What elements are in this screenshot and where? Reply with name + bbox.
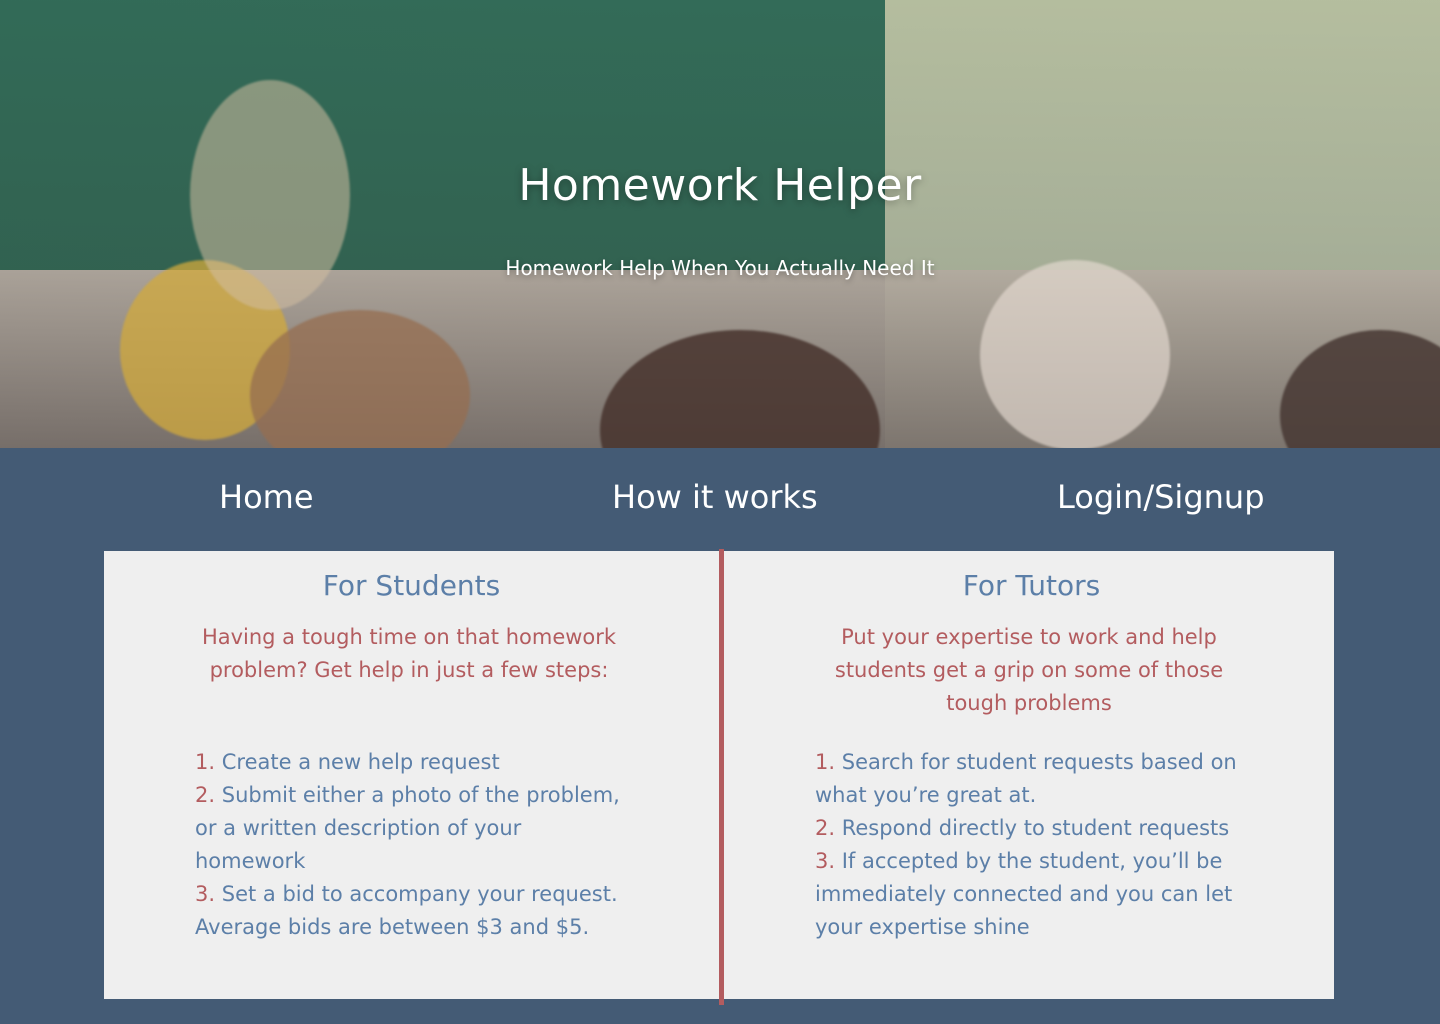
hero-banner: Homework Helper Homework Help When You A… xyxy=(0,0,1440,448)
step-number: 2. xyxy=(815,816,836,840)
step-text: Search for student requests based on wha… xyxy=(815,750,1237,807)
students-step-item: 1. Create a new help request xyxy=(195,746,625,779)
site-tagline: Homework Help When You Actually Need It xyxy=(505,256,935,280)
students-step-item: 2. Submit either a photo of the problem,… xyxy=(195,779,625,878)
students-steps-list: 1. Create a new help request 2. Submit e… xyxy=(195,746,625,944)
step-number: 1. xyxy=(195,750,216,774)
step-text: Set a bid to accompany your request. Ave… xyxy=(195,882,618,939)
tutors-step-item: 1. Search for student requests based on … xyxy=(815,746,1245,812)
step-text: Respond directly to student requests xyxy=(841,816,1230,840)
main-navigation: Home How it works Login/Signup xyxy=(0,448,1440,551)
site-title: Homework Helper xyxy=(518,160,922,211)
step-number: 2. xyxy=(195,783,216,807)
tutors-step-item: 3. If accepted by the student, you’ll be… xyxy=(815,845,1245,944)
step-text: Submit either a photo of the problem, or… xyxy=(195,783,620,873)
step-number: 3. xyxy=(815,849,836,873)
tutors-heading: For Tutors xyxy=(962,569,1101,602)
hero-student-blob xyxy=(980,260,1170,448)
students-step-item: 3. Set a bid to accompany your request. … xyxy=(195,878,625,944)
nav-login-signup-link[interactable]: Login/Signup xyxy=(1057,478,1265,516)
tutors-step-item: 2. Respond directly to student requests xyxy=(815,812,1245,845)
step-text: If accepted by the student, you’ll be im… xyxy=(815,849,1233,939)
students-heading: For Students xyxy=(322,569,501,602)
students-intro: Having a tough time on that homework pro… xyxy=(201,625,617,682)
tutors-section: For Tutors Put your expertise to work an… xyxy=(724,551,1339,999)
step-number: 1. xyxy=(815,750,836,774)
tutors-intro: Put your expertise to work and help stud… xyxy=(834,625,1224,715)
step-number: 3. xyxy=(195,882,216,906)
students-section: For Students Having a tough time on that… xyxy=(104,551,719,999)
nav-how-it-works-link[interactable]: How it works xyxy=(612,478,818,516)
tutors-steps-list: 1. Search for student requests based on … xyxy=(815,746,1245,944)
nav-home-link[interactable]: Home xyxy=(219,478,314,516)
hero-chalkboard xyxy=(0,0,885,270)
step-text: Create a new help request xyxy=(221,750,500,774)
